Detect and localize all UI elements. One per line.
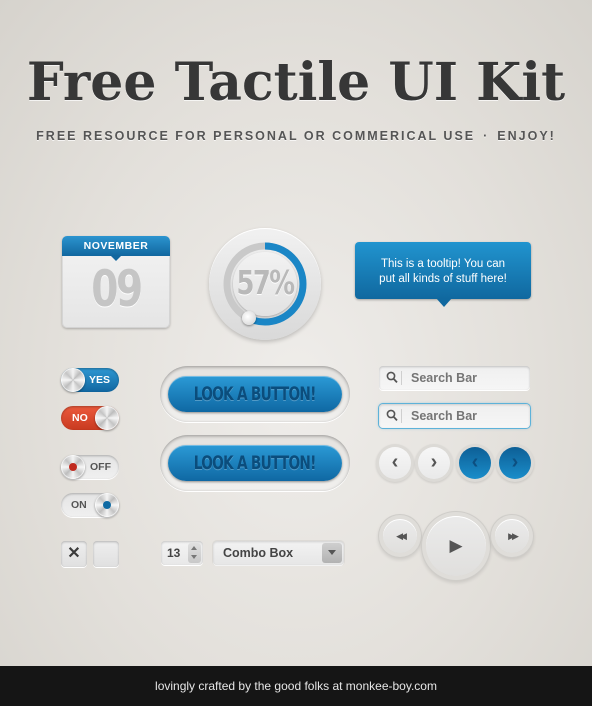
search-divider xyxy=(401,409,402,423)
look-a-button-1[interactable]: LOOK A BUTTON! xyxy=(168,376,342,412)
next-button-blue[interactable]: › xyxy=(499,447,531,479)
toggle-label: OFF xyxy=(90,461,111,473)
tooltip-line-2: put all kinds of stuff here! xyxy=(379,273,507,285)
toggle-knob[interactable] xyxy=(95,406,119,430)
calendar-widget: NOVEMBER 09 xyxy=(62,236,170,328)
chevron-right-icon: › xyxy=(511,451,519,473)
search-icon xyxy=(386,370,398,384)
x-icon: ✕ xyxy=(67,545,81,562)
search-divider xyxy=(401,371,402,385)
toggle-off[interactable]: OFF xyxy=(61,455,119,479)
checkbox-checked[interactable]: ✕ xyxy=(61,541,87,567)
number-stepper[interactable]: 13 xyxy=(161,541,203,565)
search-bar-focused[interactable] xyxy=(379,404,530,428)
combo-box[interactable]: Combo Box xyxy=(213,541,344,565)
search-input[interactable] xyxy=(411,404,526,428)
calendar-day: 09 xyxy=(91,260,143,318)
button-well: LOOK A BUTTON! xyxy=(160,366,350,422)
combo-dropdown-button[interactable] xyxy=(322,543,342,563)
stepper-value: 13 xyxy=(167,546,181,560)
tooltip-line-1: This is a tooltip! You can xyxy=(380,258,506,270)
indicator-dot-red xyxy=(69,463,77,471)
progress-label: 57% xyxy=(236,263,296,302)
play-icon: ▶ xyxy=(449,536,463,555)
page-title: Free Tactile UI Kit xyxy=(26,52,566,113)
button-label: LOOK A BUTTON! xyxy=(194,383,317,405)
tooltip: This is a tooltip! You can put all kinds… xyxy=(355,242,531,299)
tooltip-pointer xyxy=(436,298,452,307)
search-input[interactable] xyxy=(411,366,526,390)
chevron-left-icon: ‹ xyxy=(391,451,399,473)
rewind-icon: ◀◀ xyxy=(396,531,407,541)
prev-button-blue[interactable]: ‹ xyxy=(459,447,491,479)
button-well: LOOK A BUTTON! xyxy=(160,435,350,491)
play-button[interactable]: ▶ xyxy=(426,516,486,576)
stepper-up-icon[interactable] xyxy=(191,546,197,550)
page-subtitle: FREE RESOURCE FOR PERSONAL OR COMMERICAL… xyxy=(0,129,592,143)
toggle-label: YES xyxy=(89,374,111,386)
subtitle-enjoy: ENJOY! xyxy=(497,129,556,143)
progress-dial: 57% xyxy=(209,228,321,340)
toggle-knob[interactable] xyxy=(61,368,85,392)
toggle-yes[interactable]: YES xyxy=(61,368,119,392)
footer: lovingly crafted by the good folks at mo… xyxy=(0,666,592,706)
checkbox-unchecked[interactable] xyxy=(93,541,119,567)
chevron-right-icon: › xyxy=(430,451,438,473)
calendar-month: NOVEMBER xyxy=(62,236,170,256)
look-a-button-2[interactable]: LOOK A BUTTON! xyxy=(168,445,342,481)
combo-value: Combo Box xyxy=(223,546,294,560)
prev-button-light[interactable]: ‹ xyxy=(379,447,411,479)
toggle-label: ON xyxy=(71,499,87,511)
rewind-button[interactable]: ◀◀ xyxy=(383,519,417,553)
stepper-down-icon[interactable] xyxy=(191,555,197,559)
next-button-light[interactable]: › xyxy=(418,447,450,479)
subtitle-text: FREE RESOURCE FOR PERSONAL OR COMMERICAL… xyxy=(36,129,476,143)
button-label: LOOK A BUTTON! xyxy=(194,452,317,474)
search-bar[interactable] xyxy=(379,366,530,390)
toggle-on[interactable]: ON xyxy=(61,493,119,517)
chevron-down-icon xyxy=(328,550,336,555)
toggle-no[interactable]: NO xyxy=(61,406,119,430)
chevron-left-icon: ‹ xyxy=(471,451,479,473)
toggle-knob[interactable] xyxy=(61,455,85,479)
indicator-dot-blue xyxy=(103,501,111,509)
subtitle-separator: · xyxy=(483,129,490,143)
search-icon xyxy=(386,408,398,422)
fast-forward-icon: ▶▶ xyxy=(508,531,519,541)
toggle-knob[interactable] xyxy=(95,493,119,517)
stepper-arrows xyxy=(188,543,201,563)
fast-forward-button[interactable]: ▶▶ xyxy=(495,519,529,553)
toggle-label: NO xyxy=(72,412,88,424)
footer-credit: lovingly crafted by the good folks at mo… xyxy=(155,679,437,693)
